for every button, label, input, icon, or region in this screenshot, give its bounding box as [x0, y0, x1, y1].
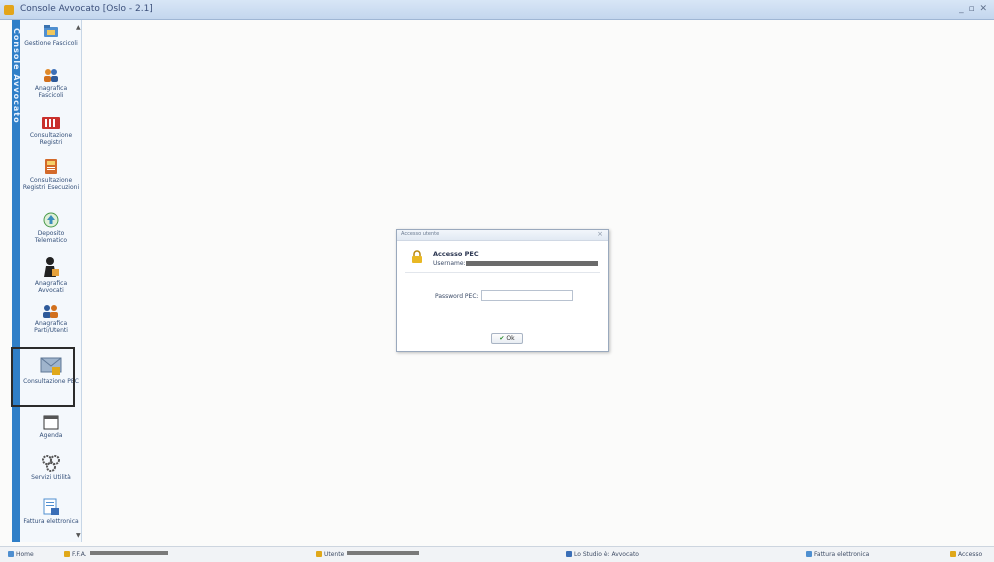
- sidebar-item-consultazione-registri-esecuzioni[interactable]: Consultazione Registri Esecuzioni: [20, 158, 82, 191]
- status-accesso[interactable]: Accesso: [950, 551, 982, 558]
- lawyer-icon: [44, 257, 59, 277]
- status-studio: Lo Studio è: Avvocato: [566, 551, 639, 558]
- people-icon: [44, 69, 58, 82]
- dialog-heading: Accesso PEC: [433, 250, 479, 258]
- checkmark-icon: ✔: [499, 335, 505, 342]
- ok-button-label: Ok: [506, 335, 515, 342]
- sidebar-item-agenda[interactable]: Agenda: [20, 414, 82, 439]
- sidebar-item-label: Consultazione Registri: [29, 132, 73, 146]
- key-icon: [950, 551, 956, 557]
- redacted-value: [89, 551, 168, 555]
- status-label: Fattura elettronica: [814, 551, 870, 558]
- gears-icon: [42, 455, 60, 472]
- status-label: Home: [16, 551, 34, 558]
- sidebar-band-label: Console Avvocato: [12, 28, 20, 124]
- sidebar-item-deposito-telematico[interactable]: Deposito Telematico: [20, 212, 82, 244]
- username-label: Username:: [433, 260, 466, 267]
- statusbar: Home F.F.A. Utente Lo Studio è: Avvocato…: [0, 546, 994, 562]
- app-icon: [4, 5, 14, 15]
- redacted-username: [466, 261, 598, 266]
- status-label: Lo Studio è: Avvocato: [574, 551, 639, 558]
- lock-icon: [412, 250, 422, 263]
- sidebar-item-anagrafica-fascicoli[interactable]: Anagrafica Fascicoli: [20, 68, 82, 99]
- dialog-title: Accesso utente: [401, 231, 440, 237]
- status-label: Utente: [324, 551, 345, 558]
- dialog-divider: [405, 272, 600, 273]
- status-home[interactable]: Home: [8, 551, 34, 558]
- folder-icon: [44, 25, 58, 37]
- sidebar-scroll-down-icon[interactable]: ▼: [76, 532, 81, 539]
- studio-icon: [566, 551, 572, 557]
- home-icon: [8, 551, 14, 557]
- sidebar-item-label: Anagrafica Parti/Utenti: [34, 320, 68, 334]
- dialog-titlebar: Accesso utente ×: [397, 230, 608, 241]
- sidebar-item-label: Servizi Utilità: [31, 474, 71, 481]
- status-fattura[interactable]: Fattura elettronica: [806, 551, 869, 558]
- status-user: Utente: [316, 551, 420, 558]
- sidebar-item-label: Anagrafica Fascicoli: [34, 85, 68, 99]
- password-label: Password PEC:: [435, 293, 479, 300]
- user-icon: [64, 551, 70, 557]
- close-icon[interactable]: ×: [597, 230, 603, 238]
- calendar-icon: [43, 415, 59, 430]
- sidebar-item-label: Consultazione Registri Esecuzioni: [22, 177, 80, 191]
- registry-icon: [42, 117, 60, 129]
- ok-button[interactable]: ✔ Ok: [491, 333, 523, 344]
- window-titlebar: Console Avvocato [Oslo - 2.1] _ ▫ ✕: [0, 0, 994, 20]
- selected-item-highlight: [11, 347, 75, 407]
- sidebar-item-consultazione-registri[interactable]: Consultazione Registri: [20, 116, 82, 146]
- sidebar-item-label: Agenda: [39, 432, 63, 439]
- password-input[interactable]: [481, 290, 573, 301]
- sidebar-item-label: Fattura elettronica: [23, 518, 79, 525]
- window-title: Console Avvocato [Oslo - 2.1]: [20, 4, 153, 14]
- sidebar-item-anagrafica-parti-utenti[interactable]: Anagrafica Parti/Utenti: [20, 304, 82, 334]
- pec-login-dialog: Accesso utente × Accesso PEC Username: P…: [396, 229, 609, 352]
- sidebar-item-label: Anagrafica Avvocati: [34, 280, 68, 294]
- invoice-icon: [43, 498, 59, 515]
- sidebar-item-servizi-utilita[interactable]: Servizi Utilità: [20, 454, 82, 481]
- upload-icon: [43, 212, 59, 228]
- status-ffa: F.F.A.: [64, 551, 168, 558]
- status-label: Accesso: [958, 551, 983, 558]
- book-icon: [45, 159, 57, 174]
- invoice-icon: [806, 551, 812, 557]
- redacted-value: [347, 551, 420, 555]
- sidebar-scroll-up-icon[interactable]: ▲: [76, 24, 81, 31]
- sidebar-item-anagrafica-avvocati[interactable]: Anagrafica Avvocati: [20, 256, 82, 294]
- sidebar-item-label: Deposito Telematico: [34, 230, 68, 244]
- sidebar-item-label: Gestione Fascicoli: [24, 40, 78, 47]
- user-icon: [316, 551, 322, 557]
- users-icon: [43, 305, 58, 318]
- sidebar: Gestione Fascicoli Anagrafica Fascicoli …: [20, 20, 82, 542]
- window-controls[interactable]: _ ▫ ✕: [959, 4, 988, 14]
- sidebar-item-fattura-elettronica[interactable]: Fattura elettronica: [20, 498, 82, 525]
- status-label: F.F.A.: [72, 551, 87, 558]
- sidebar-item-gestione-fascicoli[interactable]: Gestione Fascicoli: [20, 24, 82, 47]
